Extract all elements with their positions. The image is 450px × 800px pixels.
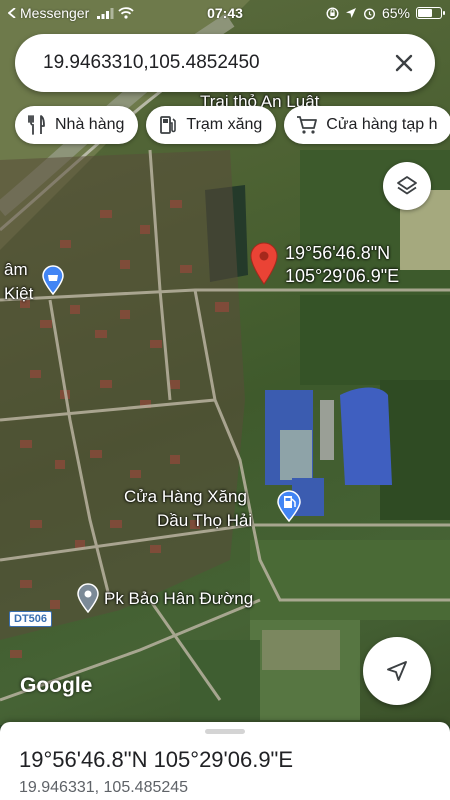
gas-station-icon [160,116,177,134]
dropped-pin-label: 19°56'46.8"N 105°29'06.9"E [285,242,399,288]
chip-restaurants[interactable]: Nhà hàng [15,106,139,144]
sheet-drag-handle[interactable] [205,729,245,734]
alarm-icon [363,7,375,20]
layers-icon [397,176,417,195]
battery-icon [416,7,445,19]
map-label-gas-station-line1[interactable]: Cửa Hàng Xăng [124,487,247,507]
map-label-clinic[interactable]: Pk Bảo Hân Đường [104,589,253,609]
search-input[interactable] [43,52,389,74]
battery-percent: 65% [381,5,410,21]
wifi-icon [118,7,134,19]
signal-icon [97,7,114,19]
place-bottom-sheet[interactable]: 19°56'46.8"N 105°29'06.9"E 19.946331, 10… [0,722,450,800]
my-location-button[interactable] [363,637,431,705]
location-arrow-icon [345,8,356,18]
map-label-gas-station-line2[interactable]: Dầu Thọ Hải [157,511,252,531]
road-shield-dt506: DT506 [9,611,53,627]
shopping-cart-icon [297,116,318,134]
chip-restaurants-label: Nhà hàng [55,116,125,133]
category-chips: Nhà hàng Trạm xăng Cửa hàng tạp h [15,106,450,144]
back-arrow-icon [8,8,16,18]
clock: 07:43 [207,5,243,21]
chip-grocery[interactable]: Cửa hàng tạp h [284,106,450,144]
map-layers-button[interactable] [383,162,431,210]
back-to-app-link[interactable]: Messenger [20,5,89,21]
sheet-title: 19°56'46.8"N 105°29'06.9"E [19,747,294,772]
clear-search-button[interactable] [389,48,419,78]
pin-lng: 105°29'06.9"E [285,266,400,286]
chip-gas-stations[interactable]: Trạm xăng [146,106,277,144]
restaurant-icon [28,115,45,135]
chip-grocery-label: Cửa hàng tạp h [326,116,438,133]
close-icon [395,54,413,72]
chip-gas-stations-label: Trạm xăng [186,116,263,133]
sheet-subtitle: 19.946331, 105.485245 [19,779,189,796]
rotation-lock-icon [326,6,339,20]
google-logo: Google [20,674,93,697]
map-label-place-left-line2[interactable]: Kiệt [4,284,33,304]
pin-lat: 19°56'46.8"N [285,243,391,263]
navigation-arrow-icon [387,661,407,681]
search-bar[interactable] [15,34,435,92]
status-bar: Messenger 07:43 65% [0,0,450,26]
map-label-place-left-line1[interactable]: âm [4,260,28,280]
